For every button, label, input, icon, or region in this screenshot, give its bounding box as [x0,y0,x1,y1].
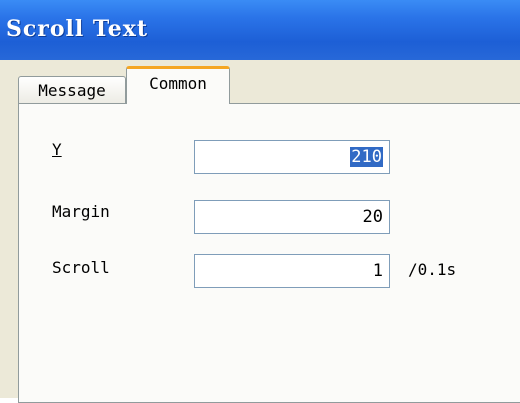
window-title: Scroll Text [6,16,149,42]
margin-field[interactable]: 20 [194,200,390,234]
margin-field-value: 20 [362,207,383,227]
scroll-unit-label: /0.1s [408,260,457,279]
tab-message[interactable]: Message [18,76,126,104]
y-label: Y [52,140,62,159]
y-field[interactable]: 210 [194,140,390,174]
scroll-field[interactable]: 1 [194,254,390,288]
title-bar[interactable]: Scroll Text [0,0,520,60]
tab-common[interactable]: Common [126,66,230,104]
scroll-field-value: 1 [372,261,383,281]
scroll-label: Scroll [52,258,110,277]
y-field-value: 210 [350,147,383,167]
margin-label: Margin [52,202,110,221]
